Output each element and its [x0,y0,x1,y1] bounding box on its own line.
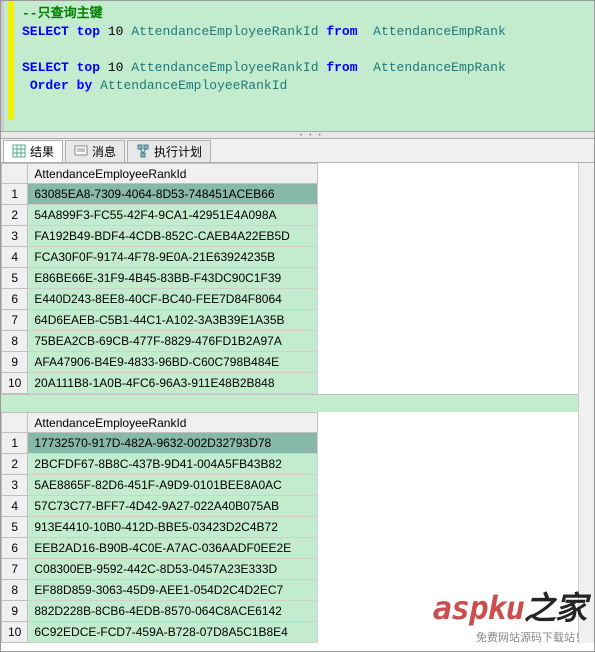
result-grid-2[interactable]: AttendanceEmployeeRankId 117732570-917D-… [1,412,594,643]
column-header[interactable]: AttendanceEmployeeRankId [28,164,318,184]
cell-guid[interactable]: 57C73C77-BFF7-4D42-9A27-022A40B075AB [28,496,318,517]
results-tabs: 结果 消息 执行计划 [1,139,594,163]
row-number[interactable]: 10 [2,622,28,643]
sql-editor[interactable]: --只查询主键 SELECT top 10 AttendanceEmployee… [1,1,594,131]
row-number[interactable]: 6 [2,289,28,310]
change-marker [8,1,14,119]
cell-guid[interactable]: 913E4410-10B0-412D-BBE5-03423D2C4B72 [28,517,318,538]
cell-guid[interactable]: FCA30F0F-9174-4F78-9E0A-21E63924235B [28,247,318,268]
cell-guid[interactable]: EF88D859-3063-45D9-AEE1-054D2C4D2EC7 [28,580,318,601]
pane-splitter[interactable] [1,131,594,139]
row-number[interactable]: 1 [2,433,28,454]
row-number[interactable]: 3 [2,475,28,496]
row-number[interactable]: 3 [2,226,28,247]
row-number[interactable]: 8 [2,580,28,601]
cell-guid[interactable]: AFA47906-B4E9-4833-96BD-C60C798B484E [28,352,318,373]
sql-statement-2: SELECT top 10 AttendanceEmployeeRankId f… [22,59,590,77]
cell-guid[interactable]: 2BCFDF67-8B8C-437B-9D41-004A5FB43B82 [28,454,318,475]
row-number[interactable]: 1 [2,184,28,205]
result-grid-1[interactable]: AttendanceEmployeeRankId 163085EA8-7309-… [1,163,594,394]
vertical-scrollbar[interactable] [578,163,594,643]
cell-guid[interactable]: 882D228B-8CB6-4EDB-8570-064C8ACE6142 [28,601,318,622]
cell-guid[interactable]: 64D6EAEB-C5B1-44C1-A102-3A3B39E1A35B [28,310,318,331]
grid-separator [1,394,594,412]
tab-label: 执行计划 [154,143,202,160]
cell-guid[interactable]: E86BE66E-31F9-4B45-83BB-F43DC90C1F39 [28,268,318,289]
cell-guid[interactable]: 54A899F3-FC55-42F4-9CA1-42951E4A098A [28,205,318,226]
tab-messages[interactable]: 消息 [65,140,125,162]
row-number[interactable]: 6 [2,538,28,559]
cell-guid[interactable]: FA192B49-BDF4-4CDB-852C-CAEB4A22EB5D [28,226,318,247]
row-number[interactable]: 9 [2,601,28,622]
cell-guid[interactable]: 20A111B8-1A0B-4FC6-96A3-911E48B2B848 [28,373,318,394]
sql-statement-1: SELECT top 10 AttendanceEmployeeRankId f… [22,23,590,41]
sql-comment: --只查询主键 [22,6,103,21]
plan-icon [136,144,150,158]
cell-guid[interactable]: C08300EB-9592-442C-8D53-0457A23E333D [28,559,318,580]
row-number[interactable]: 8 [2,331,28,352]
cell-guid[interactable]: EEB2AD16-B90B-4C0E-A7AC-036AADF0EE2E [28,538,318,559]
tab-execution-plan[interactable]: 执行计划 [127,140,211,162]
row-number[interactable]: 2 [2,454,28,475]
sql-orderby: Order by AttendanceEmployeeRankId [22,77,590,95]
cell-guid[interactable]: E440D243-8EE8-40CF-BC40-FEE7D84F8064 [28,289,318,310]
grid-corner [2,413,28,433]
column-header[interactable]: AttendanceEmployeeRankId [28,413,318,433]
row-number[interactable]: 9 [2,352,28,373]
tab-label: 结果 [30,143,54,160]
row-number[interactable]: 2 [2,205,28,226]
tab-label: 消息 [92,143,116,160]
row-number[interactable]: 7 [2,559,28,580]
results-pane: AttendanceEmployeeRankId 163085EA8-7309-… [1,163,594,643]
grid-icon [12,144,26,158]
row-number[interactable]: 4 [2,247,28,268]
cell-guid[interactable]: 6C92EDCE-FCD7-459A-B728-07D8A5C1B8E4 [28,622,318,643]
message-icon [74,144,88,158]
tab-results[interactable]: 结果 [3,140,63,162]
row-number[interactable]: 10 [2,373,28,394]
cell-guid[interactable]: 75BEA2CB-69CB-477F-8829-476FD1B2A97A [28,331,318,352]
cell-guid[interactable]: 63085EA8-7309-4064-8D53-748451ACEB66 [28,184,318,205]
cell-guid[interactable]: 5AE8865F-82D6-451F-A9D9-0101BEE8A0AC [28,475,318,496]
row-number[interactable]: 5 [2,268,28,289]
row-number[interactable]: 7 [2,310,28,331]
row-number[interactable]: 4 [2,496,28,517]
row-number[interactable]: 5 [2,517,28,538]
cell-guid[interactable]: 17732570-917D-482A-9632-002D32793D78 [28,433,318,454]
grid-corner [2,164,28,184]
